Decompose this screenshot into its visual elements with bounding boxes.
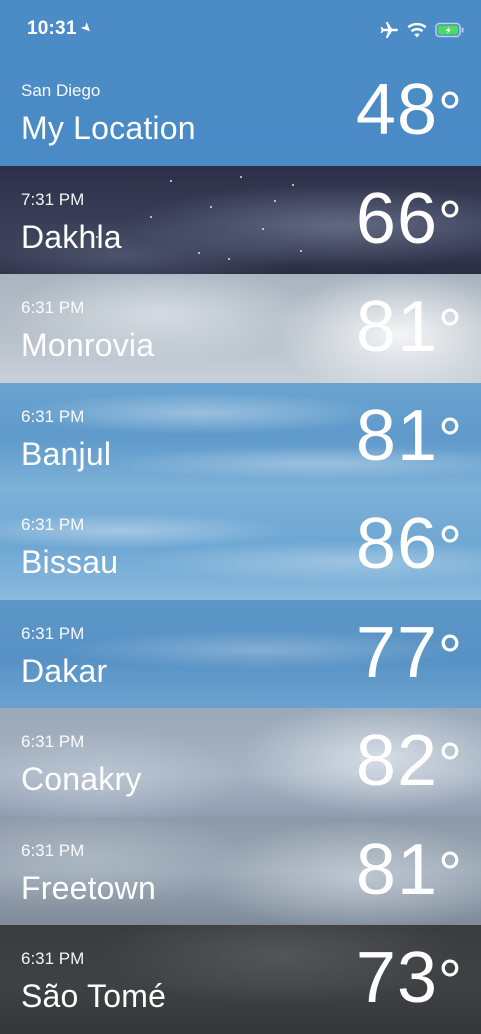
temperature-value: 66 <box>355 178 438 259</box>
temperature: 86° <box>356 499 463 593</box>
local-time-label: 7:31 PM <box>21 189 85 209</box>
city-name: Conakry <box>21 761 142 797</box>
star-dot <box>300 249 302 252</box>
city-row[interactable]: 7:31 PM Dakhla 66° <box>0 165 481 274</box>
star-dot <box>170 179 172 182</box>
star-dot <box>240 175 242 178</box>
local-time-label: 6:31 PM <box>21 732 85 751</box>
degree-symbol: ° <box>438 622 463 690</box>
star-dot <box>262 227 264 230</box>
status-icons <box>379 20 465 40</box>
star-dot <box>274 199 276 202</box>
temperature-value: 77 <box>355 612 438 693</box>
degree-symbol: ° <box>438 80 463 147</box>
temperature: 77° <box>356 608 463 702</box>
degree-symbol: ° <box>438 405 463 473</box>
temperature: 81° <box>356 825 463 919</box>
city-row[interactable]: 6:31 PM Banjul 81° <box>0 382 481 491</box>
degree-symbol: ° <box>438 188 463 256</box>
city-name: Freetown <box>21 869 156 906</box>
city-name: Banjul <box>21 435 112 472</box>
battery-charging-icon <box>435 22 464 38</box>
current-location-label: San Diego <box>21 81 101 100</box>
city-name: São Tomé <box>21 978 167 1014</box>
star-dot <box>292 183 294 186</box>
temperature-value: 86 <box>355 504 438 584</box>
temperature: 81° <box>356 282 463 376</box>
city-row[interactable]: 6:31 PM Freetown 81° <box>0 816 481 925</box>
degree-symbol: ° <box>438 839 463 907</box>
city-row[interactable]: 6:31 PM Monrovia 81° <box>0 274 481 383</box>
city-name: Dakar <box>21 652 108 689</box>
degree-symbol: ° <box>438 948 463 1015</box>
city-row[interactable]: 6:31 PM São Tomé 73° <box>0 925 481 1034</box>
local-time-label: 6:31 PM <box>21 406 85 426</box>
city-name: Dakhla <box>21 218 122 255</box>
wifi-icon <box>407 22 427 38</box>
temperature: 48° <box>356 65 463 159</box>
temperature-value: 82 <box>355 721 438 801</box>
city-list: San Diego My Location 48° 7:31 PM Dakhla 66° 6… <box>0 57 481 1034</box>
local-time-label: 6:31 PM <box>21 949 85 968</box>
temperature-value: 73 <box>355 938 438 1018</box>
star-dot <box>150 215 152 218</box>
city-row[interactable]: 6:31 PM Bissau 86° <box>0 491 481 600</box>
local-time-label: 6:31 PM <box>21 623 85 643</box>
temperature-value: 81 <box>355 287 438 367</box>
temperature-value: 48 <box>355 70 438 150</box>
city-row[interactable]: San Diego My Location 48° <box>0 57 481 166</box>
temperature: 66° <box>356 174 463 268</box>
status-time-text: 10:31 <box>27 18 77 39</box>
local-time-label: 6:31 PM <box>21 298 85 317</box>
star-dot <box>210 205 212 208</box>
status-time: 10:31➤ <box>27 18 96 40</box>
city-row[interactable]: 6:31 PM Conakry 82° <box>0 708 481 817</box>
airplane-icon <box>380 22 398 38</box>
star-dot <box>228 257 230 260</box>
temperature-value: 81 <box>355 829 438 910</box>
degree-symbol: ° <box>438 731 463 798</box>
degree-symbol: ° <box>438 514 463 581</box>
star-dot <box>198 251 200 254</box>
location-arrow-icon: ➤ <box>77 18 96 37</box>
temperature: 73° <box>356 933 463 1027</box>
degree-symbol: ° <box>438 297 463 364</box>
city-name: My Location <box>21 110 196 146</box>
local-time-label: 6:31 PM <box>21 515 85 534</box>
city-name: Monrovia <box>21 327 155 363</box>
status-bar: 10:31➤ <box>0 0 481 60</box>
city-row[interactable]: 6:31 PM Dakar 77° <box>0 599 481 708</box>
temperature: 81° <box>356 391 463 485</box>
local-time-label: 6:31 PM <box>21 840 85 860</box>
city-name: Bissau <box>21 544 119 580</box>
temperature: 82° <box>356 716 463 810</box>
temperature-value: 81 <box>355 395 438 476</box>
